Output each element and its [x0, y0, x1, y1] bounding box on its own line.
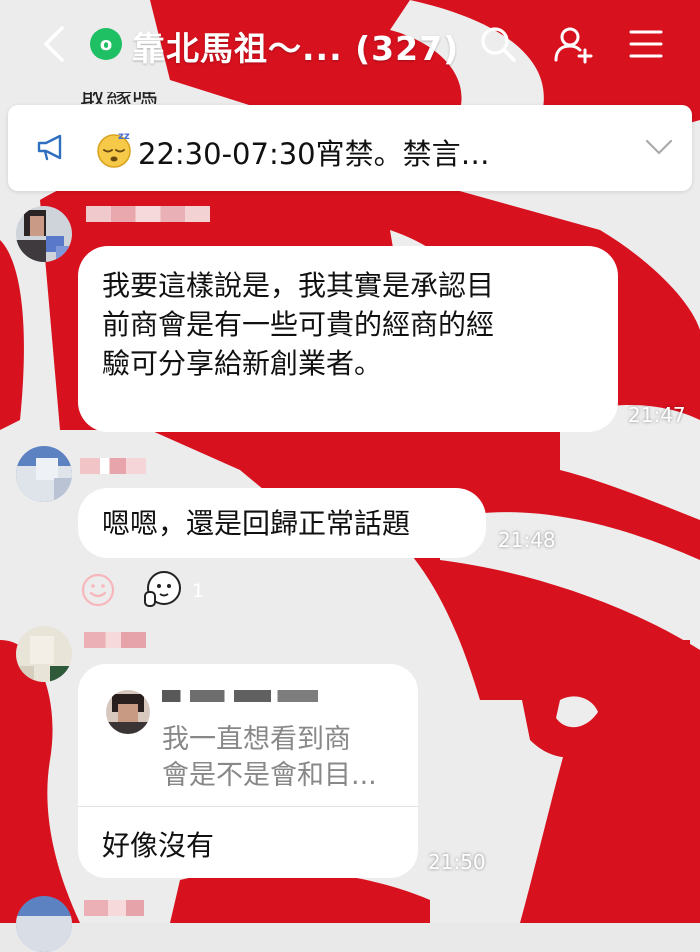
message-time: 21:50: [428, 850, 486, 874]
back-icon[interactable]: [36, 22, 72, 66]
avatar[interactable]: [16, 446, 72, 502]
avatar[interactable]: [16, 896, 72, 952]
sender-name-redacted: [80, 458, 146, 474]
reply-divider: [78, 806, 418, 807]
sender-name-redacted: [86, 206, 210, 222]
megaphone-icon: [36, 133, 68, 165]
avatar[interactable]: [16, 206, 72, 262]
add-reaction-icon[interactable]: [80, 572, 116, 612]
sleeping-face-emoji: zz: [94, 129, 134, 169]
group-type-badge: o: [90, 28, 122, 60]
message-bubble[interactable]: 嗯嗯，還是回歸正常話題: [78, 488, 486, 558]
search-icon[interactable]: [478, 24, 518, 64]
message-time: 21:48: [498, 528, 556, 552]
quoted-line: 我一直想看到商: [162, 724, 351, 755]
message-time: 21:47: [628, 403, 686, 427]
sender-name-redacted: [84, 900, 144, 916]
avatar[interactable]: [16, 626, 72, 682]
quoted-line: 會是不是會和目...: [162, 760, 377, 791]
chat-header: o 靠北馬祖～... (327): [0, 0, 700, 92]
chevron-down-icon[interactable]: [644, 137, 674, 161]
quoted-message[interactable]: 我一直想看到商 會是不是會和目...: [162, 722, 402, 794]
message-line: 前商會是有一些可貴的經商的經: [102, 308, 495, 341]
previous-message-fragment: 敢緣嗎: [80, 92, 620, 104]
quoted-sender-name-redacted: [162, 690, 318, 702]
reply-message-bubble[interactable]: 我一直想看到商 會是不是會和目... 好像沒有: [78, 664, 418, 878]
quoted-avatar: [106, 690, 150, 734]
message-text: 好像沒有: [102, 829, 215, 862]
svg-text:zz: zz: [118, 131, 130, 142]
message-bubble[interactable]: 我要這樣說是，我其實是承認目 前商會是有一些可貴的經商的經 驗可分享給新創業者。: [78, 246, 618, 432]
menu-icon[interactable]: [628, 24, 668, 64]
message-text: 嗯嗯，還是回歸正常話題: [102, 507, 411, 540]
announcement-text: 22:30-07:30宵禁。禁言…: [138, 137, 490, 171]
message-line: 驗可分享給新創業者。: [102, 347, 383, 380]
sender-name-redacted: [84, 632, 146, 648]
reaction-count: 1: [192, 580, 205, 602]
chat-title[interactable]: 靠北馬祖～... (327): [132, 22, 459, 70]
add-friend-icon[interactable]: [552, 24, 593, 64]
message-line: 我要這樣說是，我其實是承認目: [102, 269, 495, 302]
announcement-bar[interactable]: zz 22:30-07:30宵禁。禁言…: [8, 105, 692, 191]
shy-face-emoji[interactable]: [142, 570, 182, 614]
